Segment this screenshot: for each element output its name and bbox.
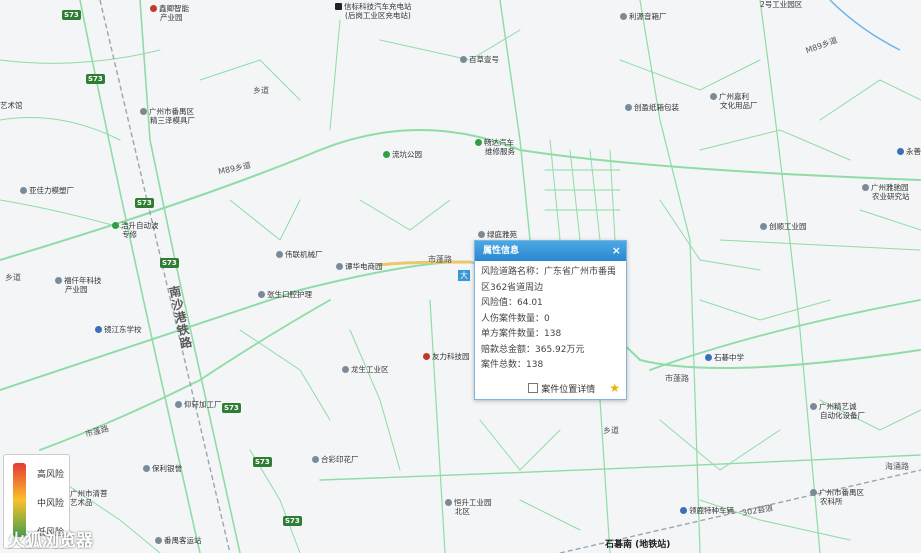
poi-icon [445,499,452,506]
clinic-icon [258,291,265,298]
poi-longsheng[interactable]: 龙生工业区 [342,365,389,374]
poi-xinqing[interactable]: 鑫卿智能 产业园 [150,4,189,22]
detail-label[interactable]: 案件位置详情 [541,382,595,395]
poi-industrial-2[interactable]: 2号工业园区 [760,0,802,9]
highway-shield: S73 [62,10,81,20]
bus-icon [155,537,162,544]
factory-icon [20,187,27,194]
poi-icon [620,13,627,20]
road-label-xiangdao: 乡道 [5,273,21,282]
poi-chuangshun[interactable]: 创顺工业园 [760,222,807,231]
poi-fuqiannian[interactable]: 福仟年科技 产业园 [55,276,102,294]
factory-icon [312,456,319,463]
research-icon [862,184,869,191]
legend-mid: 中风险 [37,499,65,509]
detail-checkbox[interactable] [528,383,539,393]
highway-shield: S73 [283,516,302,526]
factory-icon [625,104,632,111]
poi-icon [143,465,150,472]
poi-baoli[interactable]: 保利银誉 [143,464,182,473]
car-repair-icon [112,222,119,229]
poi-nongkesuo[interactable]: 广州市番禺区 农科所 [810,488,864,506]
poi-liyuan[interactable]: 利源音箱厂 [620,12,667,21]
poi-zhangsheng[interactable]: 张生口腔护理 [258,290,312,299]
poi-icon [342,366,349,373]
poi-yangxuan[interactable]: 仰轩加工厂 [175,400,222,409]
poi-yongshan[interactable]: 永善 [897,147,921,156]
factory-icon [276,251,283,258]
road-name-row: 风险道路名称：广东省广州市番禺区362省道周边 [481,267,617,293]
poi-jiali[interactable]: 广州嘉利 文化用品厂 [710,92,758,110]
metro-station-label[interactable]: 石碁南 (地铁站) [605,537,670,550]
charging-icon [335,3,342,10]
poi-icon [760,223,767,230]
factory-icon [150,5,157,12]
road-label-haiyong: 海涌路 [885,462,909,471]
poi-changda[interactable]: 畅达汽车 维修服务 [475,138,515,156]
risk-row: 风险值：64.01 [481,298,543,308]
poi-icon [897,148,904,155]
poi-icon [336,263,343,270]
poi-liukeng-park[interactable]: 流坑公园 [383,150,422,159]
road-label-shipeng: 市蓬路 [428,255,452,264]
payout-row: 赔款总金额：365.92万元 [481,344,585,355]
car-repair-icon [475,139,482,146]
poi-youli[interactable]: 友力科技园 [423,352,470,361]
poi-shiqi-school[interactable]: 石碁中学 [705,353,744,362]
highway-shield: S73 [86,74,105,84]
poi-chuangying[interactable]: 创盈纸箱包装 [625,103,679,112]
close-icon[interactable]: × [612,241,621,261]
attribute-popup: 属性信息 × 风险道路名称：广东省广州市番禺区362省道周边 风险值：64.01… [474,240,627,400]
poi-icon [680,507,687,514]
factory-icon [810,403,817,410]
park-icon [383,151,390,158]
road-label-xiangdao-2: 乡道 [253,86,269,95]
poi-icon [55,277,62,284]
poi-icon [810,489,817,496]
poi-linglu[interactable]: 领鹿特种车辆 [680,506,734,515]
poi-qingpu[interactable]: 广州市清菩 艺术品 [70,489,108,507]
poi-art[interactable]: 艺术馆 [0,101,23,110]
injury-row: 人伤案件数量：0 [481,313,550,324]
total-row: 案件总数：138 [481,360,544,370]
poi-weilian[interactable]: 伟联机械厂 [276,250,323,259]
poi-icon [460,56,467,63]
popup-header: 属性信息 × [475,241,626,261]
popup-title: 属性信息 [483,246,520,256]
highway-shield: S73 [222,403,241,413]
poi-hecai[interactable]: 合彩印花厂 [312,455,359,464]
poi-haosheng[interactable]: 浩升自动波 专修 [112,221,159,239]
poi-jingjiang-school[interactable]: 镜江东学校 [95,325,142,334]
road-label-shipeng-2: 市蓬路 [665,374,689,383]
school-icon [705,354,712,361]
watermark: 火狐浏览器 [8,531,93,551]
factory-icon [710,93,717,100]
road-label-da: 大 [458,270,470,281]
popup-footer: 案件位置详情 ★ [475,381,626,395]
poi-hengsheng[interactable]: 恒升工业园 北区 [445,498,492,516]
school-icon [95,326,102,333]
highway-shield: S73 [160,258,179,268]
factory-icon [140,108,147,115]
poi-icon [423,353,430,360]
poi-baicao[interactable]: 百草壹号 [460,55,499,64]
poi-charging-station[interactable]: 信标科技汽车充电站 (后岗工业区充电站) [335,2,412,20]
highway-shield: S73 [135,198,154,208]
popup-body: 风险道路名称：广东省广州市番禺区362省道周边 风险值：64.01 人伤案件数量… [475,261,626,378]
poi-lvting[interactable]: 绿庭雅苑 [478,230,517,239]
legend-high: 高风险 [37,470,65,480]
poi-yajiali[interactable]: 亚佳力模塑厂 [20,186,74,195]
poi-jingyicheng[interactable]: 广州精艺诚 自动化设备厂 [810,402,865,420]
star-icon[interactable]: ★ [609,381,620,395]
poi-keyunzhan[interactable]: 番禺客运站 [155,536,202,545]
poi-tanhua[interactable]: 谭华电商园 [336,262,383,271]
factory-icon [175,401,182,408]
single-row: 单方案件数量：138 [481,329,562,339]
poi-jingsanze[interactable]: 广州市番禺区 精三泽模具厂 [140,107,195,125]
poi-icon [478,231,485,238]
highway-shield: S73 [253,457,272,467]
road-label-xiangdao-3: 乡道 [603,426,619,435]
poi-yachi[interactable]: 广州雅驰园 农业研究站 [862,183,910,201]
